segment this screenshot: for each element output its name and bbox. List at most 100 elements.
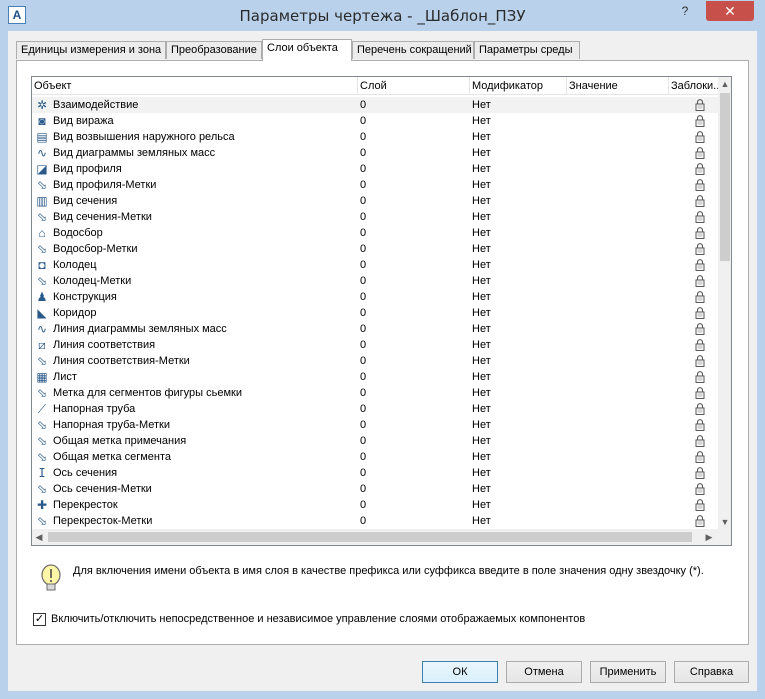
cell-modifier[interactable]: Нет (472, 129, 567, 145)
tab-ambient-settings[interactable]: Параметры среды (474, 41, 580, 59)
cell-modifier[interactable]: Нет (472, 353, 567, 369)
cell-modifier[interactable]: Нет (472, 401, 567, 417)
cell-object[interactable]: ◪ Вид профиля (34, 161, 358, 177)
cell-modifier[interactable]: Нет (472, 145, 567, 161)
lock-icon[interactable] (692, 225, 708, 241)
cell-modifier[interactable]: Нет (472, 257, 567, 273)
cell-layer[interactable]: 0 (360, 145, 470, 161)
lock-icon[interactable] (692, 241, 708, 257)
cell-modifier[interactable]: Нет (472, 321, 567, 337)
table-row[interactable]: ⬂ Ось сечения-Метки 0 Нет (32, 481, 718, 497)
cell-value[interactable] (569, 337, 669, 353)
lock-icon[interactable] (692, 129, 708, 145)
cell-layer[interactable]: 0 (360, 433, 470, 449)
cell-object[interactable]: ⬂ Общая метка сегмента (34, 449, 358, 465)
cell-value[interactable] (569, 225, 669, 241)
lock-icon[interactable] (692, 465, 708, 481)
cell-layer[interactable]: 0 (360, 321, 470, 337)
cell-object[interactable]: ◣ Коридор (34, 305, 358, 321)
cell-modifier[interactable]: Нет (472, 289, 567, 305)
cell-value[interactable] (569, 193, 669, 209)
cell-modifier[interactable]: Нет (472, 465, 567, 481)
table-row[interactable]: ⬂ Вид сечения-Метки 0 Нет (32, 209, 718, 225)
component-layer-control-checkbox[interactable]: ✓ (33, 613, 46, 626)
cell-value[interactable] (569, 113, 669, 129)
table-row[interactable]: ✲ Взаимодействие 0 Нет (32, 97, 718, 113)
cell-layer[interactable]: 0 (360, 193, 470, 209)
cell-object[interactable]: ✲ Взаимодействие (34, 97, 358, 113)
cell-value[interactable] (569, 177, 669, 193)
cell-value[interactable] (569, 385, 669, 401)
cell-layer[interactable]: 0 (360, 289, 470, 305)
table-row[interactable]: ∿ Вид диаграммы земляных масс 0 Нет (32, 145, 718, 161)
cell-modifier[interactable]: Нет (472, 481, 567, 497)
cell-value[interactable] (569, 97, 669, 113)
cell-modifier[interactable]: Нет (472, 449, 567, 465)
apply-button[interactable]: Применить (590, 661, 666, 683)
cell-value[interactable] (569, 417, 669, 433)
cell-object[interactable]: ⟋ Напорная труба (34, 401, 358, 417)
table-row[interactable]: ✚ Перекресток 0 Нет (32, 497, 718, 513)
lock-icon[interactable] (692, 449, 708, 465)
cell-modifier[interactable]: Нет (472, 113, 567, 129)
cell-value[interactable] (569, 481, 669, 497)
cell-value[interactable] (569, 513, 669, 529)
cell-layer[interactable]: 0 (360, 417, 470, 433)
cell-modifier[interactable]: Нет (472, 273, 567, 289)
table-row[interactable]: ⬂ Вид профиля-Метки 0 Нет (32, 177, 718, 193)
cell-modifier[interactable]: Нет (472, 209, 567, 225)
cell-layer[interactable]: 0 (360, 369, 470, 385)
scroll-right-icon[interactable]: ▶ (702, 529, 716, 545)
lock-icon[interactable] (692, 321, 708, 337)
table-row[interactable]: ⌂ Водосбор 0 Нет (32, 225, 718, 241)
cell-value[interactable] (569, 305, 669, 321)
cell-object[interactable]: ∿ Вид диаграммы земляных масс (34, 145, 358, 161)
cell-modifier[interactable]: Нет (472, 433, 567, 449)
cell-layer[interactable]: 0 (360, 481, 470, 497)
table-row[interactable]: ◣ Коридор 0 Нет (32, 305, 718, 321)
column-header-layer[interactable]: Слой (358, 77, 470, 95)
vertical-scroll-thumb[interactable] (720, 93, 730, 261)
cell-object[interactable]: ♟ Конструкция (34, 289, 358, 305)
column-header-locked[interactable]: Заблоки... (669, 77, 718, 95)
scroll-up-icon[interactable]: ▲ (718, 77, 731, 91)
cell-layer[interactable]: 0 (360, 385, 470, 401)
scroll-down-icon[interactable]: ▼ (718, 515, 731, 529)
cell-modifier[interactable]: Нет (472, 177, 567, 193)
close-icon[interactable]: ✕ (706, 1, 754, 21)
cell-layer[interactable]: 0 (360, 161, 470, 177)
cancel-button[interactable]: Отмена (506, 661, 582, 683)
cell-object[interactable]: ⵊ Ось сечения (34, 465, 358, 481)
tab-transformation[interactable]: Преобразование (166, 41, 262, 59)
table-row[interactable]: ⬂ Линия соответствия-Метки 0 Нет (32, 353, 718, 369)
cell-modifier[interactable]: Нет (472, 305, 567, 321)
table-row[interactable]: ◙ Вид виража 0 Нет (32, 113, 718, 129)
table-row[interactable]: ⬂ Колодец-Метки 0 Нет (32, 273, 718, 289)
table-row[interactable]: ◪ Вид профиля 0 Нет (32, 161, 718, 177)
cell-modifier[interactable]: Нет (472, 369, 567, 385)
lock-icon[interactable] (692, 497, 708, 513)
cell-object[interactable]: ⬂ Вид сечения-Метки (34, 209, 358, 225)
horizontal-scrollbar[interactable]: ◀ ▶ (32, 529, 718, 545)
table-row[interactable]: ⟋ Напорная труба 0 Нет (32, 401, 718, 417)
lock-icon[interactable] (692, 273, 708, 289)
cell-layer[interactable]: 0 (360, 465, 470, 481)
cell-layer[interactable]: 0 (360, 401, 470, 417)
lock-icon[interactable] (692, 305, 708, 321)
cell-value[interactable] (569, 497, 669, 513)
lock-icon[interactable] (692, 513, 708, 529)
lock-icon[interactable] (692, 385, 708, 401)
column-header-value[interactable]: Значение (567, 77, 669, 95)
cell-layer[interactable]: 0 (360, 129, 470, 145)
cell-layer[interactable]: 0 (360, 305, 470, 321)
vertical-scrollbar[interactable]: ▲ ▼ (718, 77, 731, 529)
cell-layer[interactable]: 0 (360, 113, 470, 129)
lock-icon[interactable] (692, 369, 708, 385)
cell-layer[interactable]: 0 (360, 353, 470, 369)
cell-value[interactable] (569, 321, 669, 337)
column-header-object[interactable]: Объект (32, 77, 358, 95)
cell-object[interactable]: ▤ Вид возвышения наружного рельса (34, 129, 358, 145)
cell-value[interactable] (569, 257, 669, 273)
tab-object-layers[interactable]: Слои объекта (262, 39, 352, 61)
lock-icon[interactable] (692, 161, 708, 177)
